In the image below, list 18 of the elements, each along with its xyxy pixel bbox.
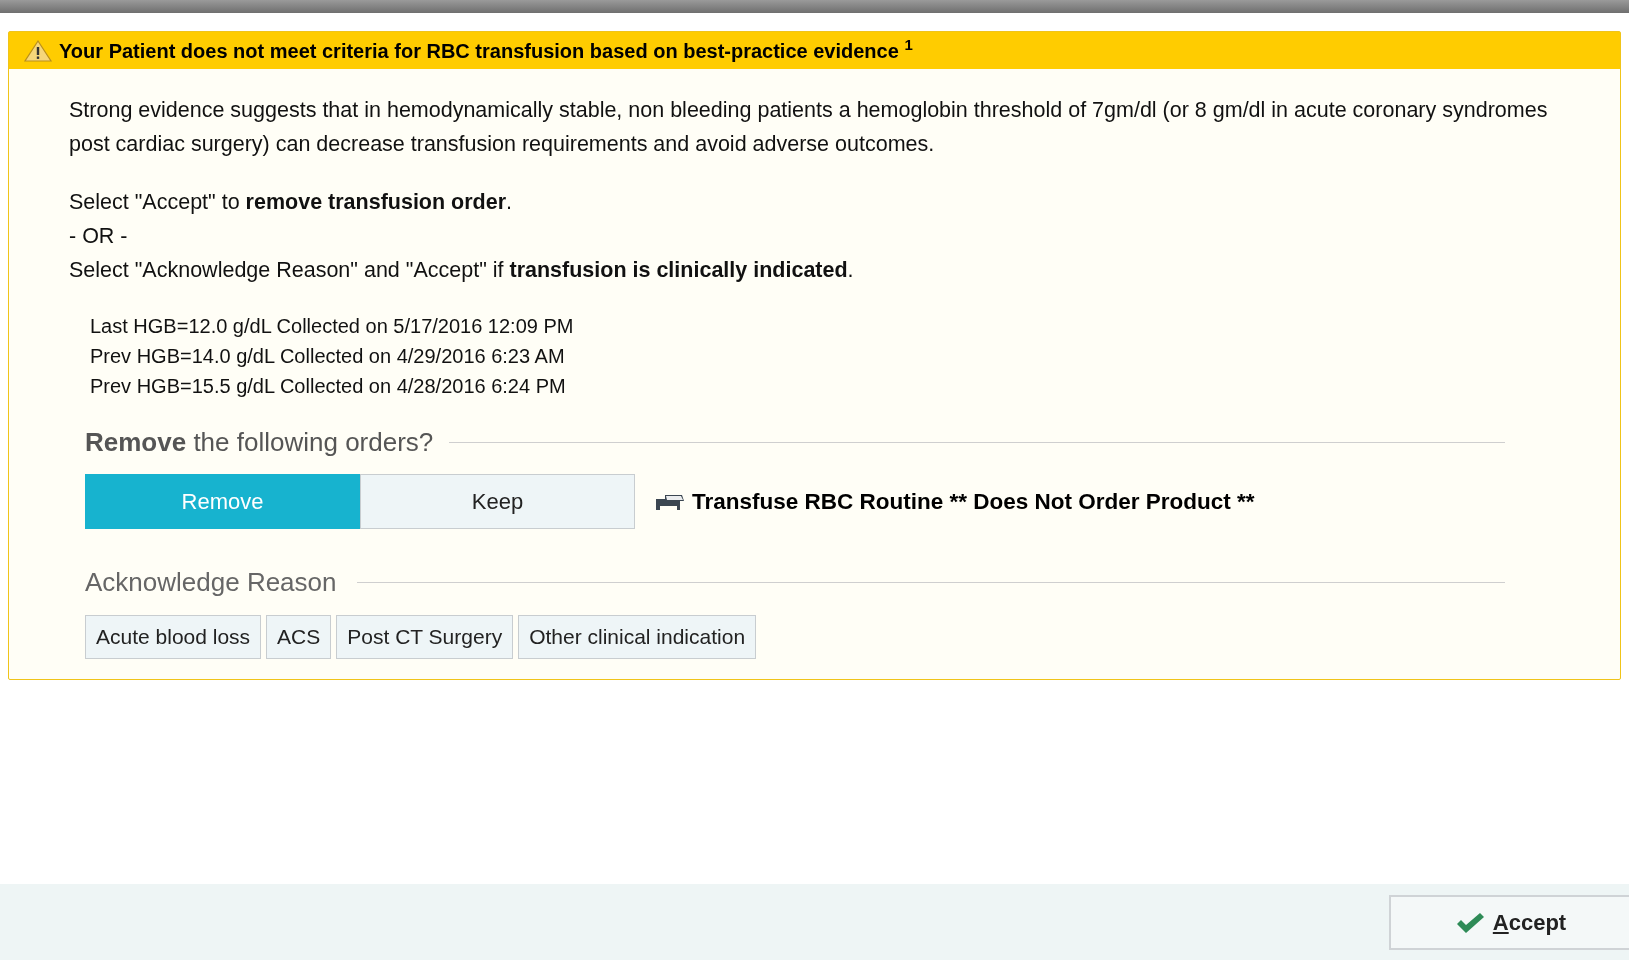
order-name: Transfuse RBC Routine ** Does Not Order Product ** [692, 487, 1255, 516]
lab-result: Prev HGB=15.5 g/dL Collected on 4/28/2016 6:24 PM [90, 374, 566, 399]
instruction-line: - OR - [69, 223, 128, 250]
reason-button[interactable]: Acute blood loss [85, 615, 262, 659]
lab-result: Prev HGB=14.0 g/dL Collected on 4/29/2016 6:23 AM [90, 344, 565, 369]
instruction-line: Select "Accept" to remove transfusion order. [69, 189, 513, 216]
accept-button[interactable]: Accept [1389, 895, 1629, 950]
section-heading: Acknowledge Reason [85, 566, 337, 599]
instruction-line: Select "Acknowledge Reason" and "Accept" if transfusion is clinically indicated. [69, 257, 854, 284]
alert-paragraph: Strong evidence suggests that in hemodynamically stable, non bleeding patients a hemoglobin threshold of 7gm/dl (or 8 gm/dl in acute coronary syndromes post cardiac surgery) can decrease transfusion requirements and avoid adverse outcomes. [69, 97, 1549, 158]
lab-result: Last HGB=12.0 g/dL Collected on 5/17/2016 12:09 PM [90, 314, 574, 339]
reason-button[interactable]: Other clinical indication [518, 615, 757, 659]
reason-button[interactable]: ACS [266, 615, 332, 659]
warning-icon [23, 38, 53, 63]
reason-button[interactable]: Post CT Surgery [336, 615, 514, 659]
segment-button[interactable]: Keep [360, 474, 635, 529]
alert-title: Your Patient does not meet criteria for RBC transfusion based on best-practice evidence $^{1}$ [59, 35, 913, 64]
section-heading: Remove the following orders? [85, 426, 434, 459]
